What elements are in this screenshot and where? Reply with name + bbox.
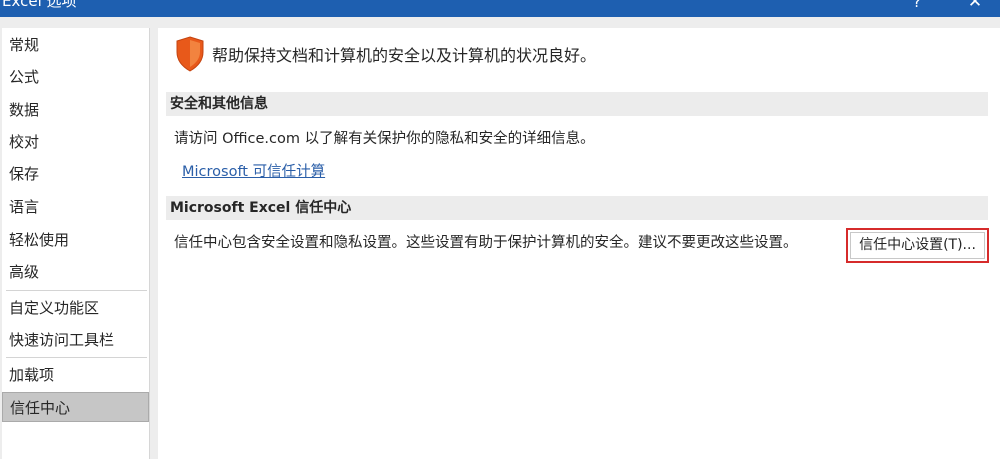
sidebar-item-trust-center[interactable]: 信任中心 xyxy=(2,392,149,422)
title-bar: Excel 选项 ? ✕ xyxy=(0,0,1000,17)
sidebar-divider xyxy=(6,290,147,291)
privacy-description: 请访问 Office.com 以了解有关保护你的隐私和安全的详细信息。 xyxy=(174,131,595,147)
sidebar-item-formulas[interactable]: 公式 xyxy=(2,62,149,92)
sidebar-item-quick-access-toolbar[interactable]: 快速访问工具栏 xyxy=(2,325,149,355)
trust-center-description: 信任中心包含安全设置和隐私设置。这些设置有助于保护计算机的安全。建议不要更改这些… xyxy=(174,235,798,251)
close-button[interactable]: ✕ xyxy=(962,0,988,14)
window-title: Excel 选项 xyxy=(2,0,77,10)
sidebar: 常规 公式 数据 校对 保存 语言 轻松使用 高级 自定义功能区 快速访问工具栏… xyxy=(2,28,150,459)
sidebar-item-customize-ribbon[interactable]: 自定义功能区 xyxy=(2,293,149,323)
sidebar-item-language[interactable]: 语言 xyxy=(2,192,149,222)
page-headline: 帮助保持文档和计算机的安全以及计算机的状况良好。 xyxy=(212,46,597,65)
section-header-trust-center: Microsoft Excel 信任中心 xyxy=(166,196,988,220)
sidebar-item-advanced[interactable]: 高级 xyxy=(2,257,149,287)
sidebar-item-add-ins[interactable]: 加载项 xyxy=(2,360,149,390)
trust-center-settings-button[interactable]: 信任中心设置(T)... xyxy=(846,228,989,263)
sidebar-divider xyxy=(6,357,147,358)
shield-icon xyxy=(176,36,204,72)
sidebar-item-proofing[interactable]: 校对 xyxy=(2,127,149,157)
section-header-privacy: 安全和其他信息 xyxy=(166,92,988,116)
sidebar-item-accessibility[interactable]: 轻松使用 xyxy=(2,225,149,255)
sidebar-item-data[interactable]: 数据 xyxy=(2,95,149,125)
sidebar-item-save[interactable]: 保存 xyxy=(2,159,149,189)
help-button[interactable]: ? xyxy=(905,0,929,14)
trustworthy-computing-link[interactable]: Microsoft 可信任计算 xyxy=(182,160,325,181)
sidebar-item-general[interactable]: 常规 xyxy=(2,30,149,60)
